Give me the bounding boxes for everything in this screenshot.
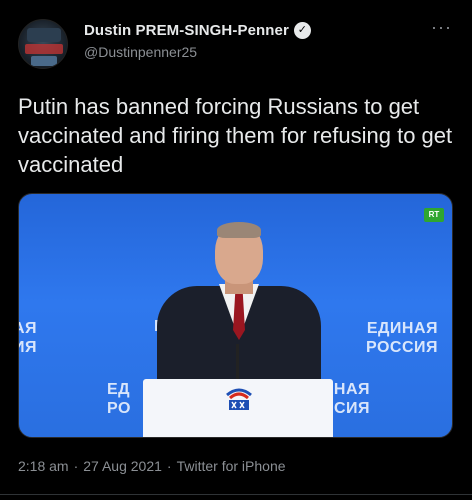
tweet-meta: 2:18 am · 27 Aug 2021 · Twitter for iPho… [18, 458, 286, 474]
meta-separator: · [73, 458, 79, 474]
author-display-name[interactable]: Dustin PREM-SINGH-Penner ✓ [84, 22, 311, 39]
party-logo-icon [226, 388, 252, 410]
tweet-text: Putin has banned forcing Russians to get… [18, 94, 453, 177]
author-avatar[interactable] [18, 19, 68, 69]
verified-badge-icon: ✓ [293, 22, 311, 39]
tweet-time[interactable]: 2:18 am [18, 458, 69, 474]
tweet-date[interactable]: 27 Aug 2021 [83, 458, 162, 474]
more-options-icon[interactable]: ··· [431, 18, 452, 36]
tweet-media-image[interactable]: АЯ ИЯ Е ЕДИНАЯ РОССИЯ ЕД РО ИНАЯ ССИЯ RT [18, 193, 453, 438]
avatar-shape [31, 56, 57, 66]
author-names[interactable]: Dustin PREM-SINGH-Penner ✓ @Dustinpenner… [84, 22, 311, 60]
author-display-name-text: Dustin PREM-SINGH-Penner [84, 22, 289, 39]
microphone-stand [236, 344, 239, 382]
meta-separator: · [166, 458, 172, 474]
backdrop-text: АЯ ИЯ [19, 320, 38, 356]
avatar-shape [25, 44, 63, 54]
author-handle[interactable]: @Dustinpenner25 [84, 44, 311, 60]
tweet: Dustin PREM-SINGH-Penner ✓ @Dustinpenner… [0, 0, 472, 500]
avatar-shape [27, 28, 61, 42]
tweet-source[interactable]: Twitter for iPhone [177, 458, 286, 474]
backdrop-text: ЕД РО [107, 381, 131, 417]
podium [143, 379, 333, 437]
divider [0, 494, 472, 495]
rt-logo-badge: RT [424, 208, 444, 222]
backdrop-text: ЕДИНАЯ РОССИЯ [365, 320, 438, 356]
speaker-hair [217, 222, 261, 238]
